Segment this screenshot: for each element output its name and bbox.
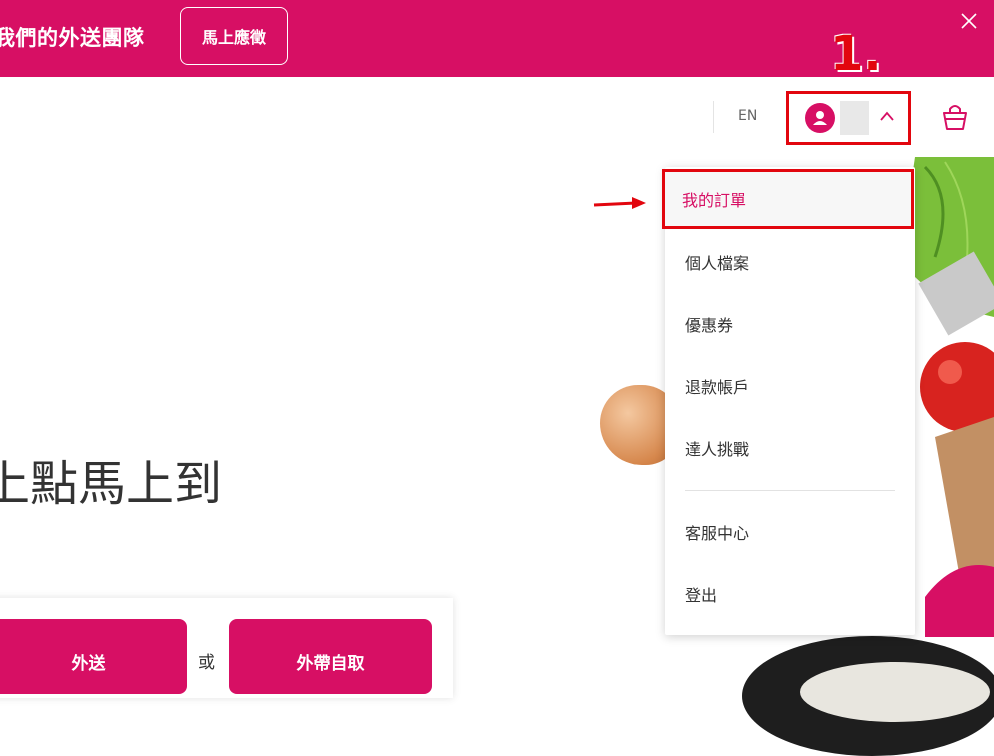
menu-item-my-orders[interactable]: 我的訂單: [662, 169, 914, 229]
close-icon[interactable]: [958, 10, 980, 32]
menu-item-profile[interactable]: 個人檔案: [665, 231, 915, 293]
or-label: 或: [198, 653, 215, 673]
bowl-rice: [800, 662, 990, 722]
banner-text: 我們的外送團隊: [0, 26, 145, 50]
menu-item-refund-account[interactable]: 退款帳戶: [665, 355, 915, 417]
apply-now-button[interactable]: 馬上應徵: [180, 7, 288, 65]
user-menu-toggle[interactable]: [786, 91, 911, 145]
chevron-up-icon: [880, 111, 894, 121]
delivery-button[interactable]: 外送: [0, 619, 187, 694]
menu-item-vouchers[interactable]: 優惠券: [665, 293, 915, 355]
arrow-right-icon: [593, 197, 646, 209]
menu-item-challenges[interactable]: 達人挑戰: [665, 417, 915, 479]
food-photo: [905, 157, 994, 637]
hero-title: 上點馬上到: [0, 456, 223, 512]
menu-divider: [685, 490, 895, 491]
pickup-button[interactable]: 外帶自取: [229, 619, 432, 694]
username-placeholder: [840, 101, 869, 135]
user-dropdown-menu: 我的訂單 個人檔案 優惠券 退款帳戶 達人挑戰 客服中心 登出: [662, 167, 915, 635]
header-divider: [713, 101, 714, 133]
language-switch[interactable]: EN: [738, 108, 757, 124]
user-icon: [805, 103, 835, 133]
cart-icon[interactable]: [941, 102, 969, 132]
step-annotation: 1.: [830, 26, 882, 82]
menu-item-logout[interactable]: 登出: [665, 563, 915, 625]
menu-item-help-center[interactable]: 客服中心: [665, 501, 915, 563]
